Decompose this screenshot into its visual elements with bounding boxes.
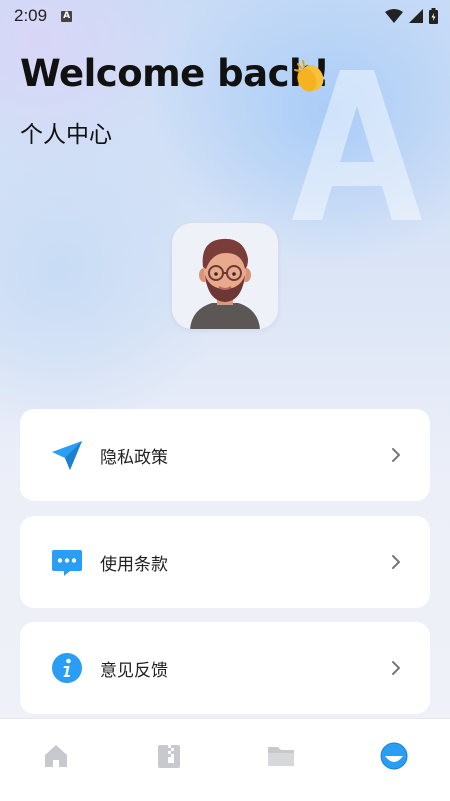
menu-item-privacy-policy[interactable]: 隐私政策 bbox=[20, 409, 430, 501]
page-subtitle: 个人中心 bbox=[20, 122, 112, 148]
battery-icon bbox=[429, 8, 438, 24]
chevron-right-icon bbox=[392, 448, 400, 462]
chevron-right-icon bbox=[392, 555, 400, 569]
menu-item-label: 意见反馈 bbox=[100, 660, 168, 681]
avatar-illustration bbox=[190, 238, 260, 329]
tab-files[interactable] bbox=[266, 741, 296, 771]
status-bar: 2:09 A bbox=[0, 0, 450, 32]
welcome-title: Welcome back! bbox=[20, 52, 330, 95]
wifi-icon bbox=[385, 9, 403, 23]
chevron-right-icon bbox=[392, 661, 400, 675]
user-avatar[interactable] bbox=[172, 223, 278, 329]
signal-icon bbox=[409, 9, 423, 23]
bottom-tab-bar bbox=[0, 718, 450, 801]
paper-plane-icon bbox=[50, 438, 84, 472]
info-icon bbox=[50, 651, 84, 685]
menu-item-label: 隐私政策 bbox=[100, 447, 168, 468]
tab-home[interactable] bbox=[41, 741, 71, 771]
folder-icon bbox=[268, 747, 295, 766]
a-badge-icon: A bbox=[61, 10, 73, 22]
menu-item-label: 使用条款 bbox=[100, 554, 168, 575]
menu-item-feedback[interactable]: 意见反馈 bbox=[20, 622, 430, 714]
tab-profile[interactable] bbox=[379, 741, 409, 771]
chat-bubble-icon bbox=[50, 545, 84, 579]
tab-archive[interactable] bbox=[154, 741, 184, 771]
home-icon bbox=[45, 745, 68, 767]
clapping-hands-icon bbox=[294, 60, 324, 92]
profile-icon bbox=[380, 742, 408, 770]
menu-item-terms-of-use[interactable]: 使用条款 bbox=[20, 516, 430, 608]
status-time: 2:09 bbox=[14, 6, 48, 25]
archive-icon bbox=[157, 745, 180, 768]
